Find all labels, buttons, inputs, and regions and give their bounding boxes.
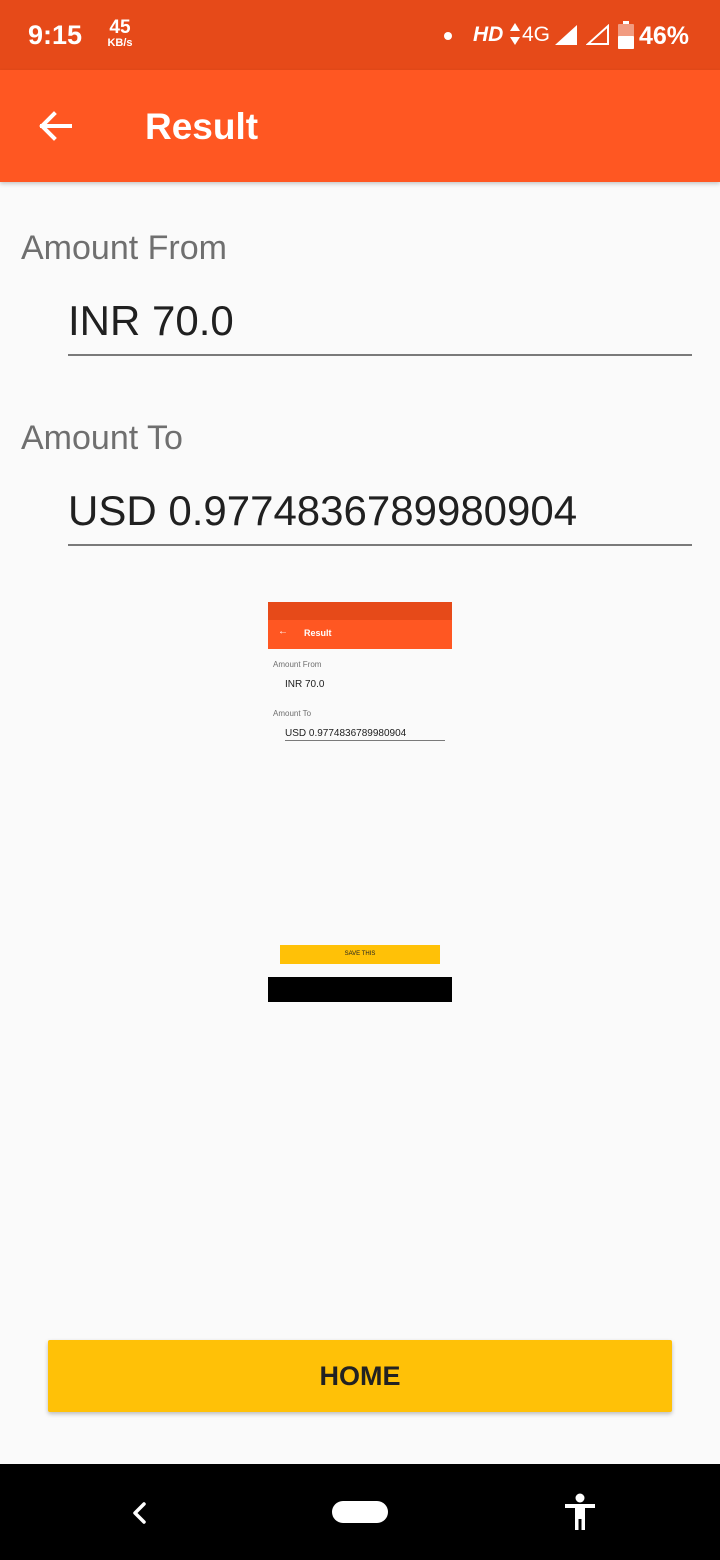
- preview-title: Result: [304, 628, 332, 638]
- battery-icon: [618, 21, 634, 49]
- amount-from-field[interactable]: INR 70.0: [68, 297, 692, 356]
- page-title: Result: [145, 106, 259, 147]
- preview-nav-bar: [268, 977, 452, 1002]
- amount-to-field[interactable]: USD 0.9774836789980904: [68, 487, 692, 546]
- network-speed-value: 45: [109, 17, 131, 38]
- battery-percent: 46%: [639, 22, 690, 50]
- status-bar: 9:15 45 KB/s HD 4G 46%: [0, 0, 720, 70]
- preview-amount-to-label: Amount To: [273, 709, 312, 718]
- signal-empty-icon: [586, 24, 609, 45]
- network-speed: 45 KB/s: [104, 18, 136, 49]
- back-button[interactable]: [30, 103, 80, 149]
- preview-amount-to-value: USD 0.9774836789980904: [285, 728, 445, 741]
- status-time: 9:15: [28, 20, 83, 50]
- network-type-label: 4G: [522, 23, 551, 46]
- preview-amount-from-value: INR 70.0: [285, 679, 325, 690]
- notification-dot-icon: [444, 32, 452, 40]
- nav-back-icon[interactable]: [126, 1498, 152, 1528]
- system-nav-bar: [0, 1464, 720, 1560]
- screen: 9:15 45 KB/s HD 4G 46% Result Amount Fro…: [0, 0, 720, 1560]
- preview-amount-from-label: Amount From: [273, 660, 322, 669]
- accessibility-icon[interactable]: [562, 1493, 598, 1531]
- screenshot-preview: ← Result Amount From INR 70.0 Amount To …: [268, 602, 452, 1002]
- network-speed-unit: KB/s: [107, 37, 133, 49]
- amount-from-label: Amount From: [21, 229, 227, 267]
- signal-strength-icon: [555, 25, 577, 45]
- app-bar: Result: [0, 70, 720, 182]
- data-activity-icon: [510, 23, 520, 45]
- preview-arrow-left-icon: ←: [278, 626, 288, 637]
- preview-app-bar: ← Result: [268, 620, 452, 649]
- preview-status-bar: [268, 602, 452, 620]
- home-button[interactable]: HOME: [48, 1340, 672, 1412]
- amount-to-label: Amount To: [21, 419, 183, 457]
- hd-voice-label: HD: [473, 23, 504, 46]
- preview-save-button: SAVE THIS: [280, 945, 440, 964]
- arrow-left-icon: [39, 111, 72, 141]
- nav-home-pill-icon[interactable]: [332, 1501, 388, 1523]
